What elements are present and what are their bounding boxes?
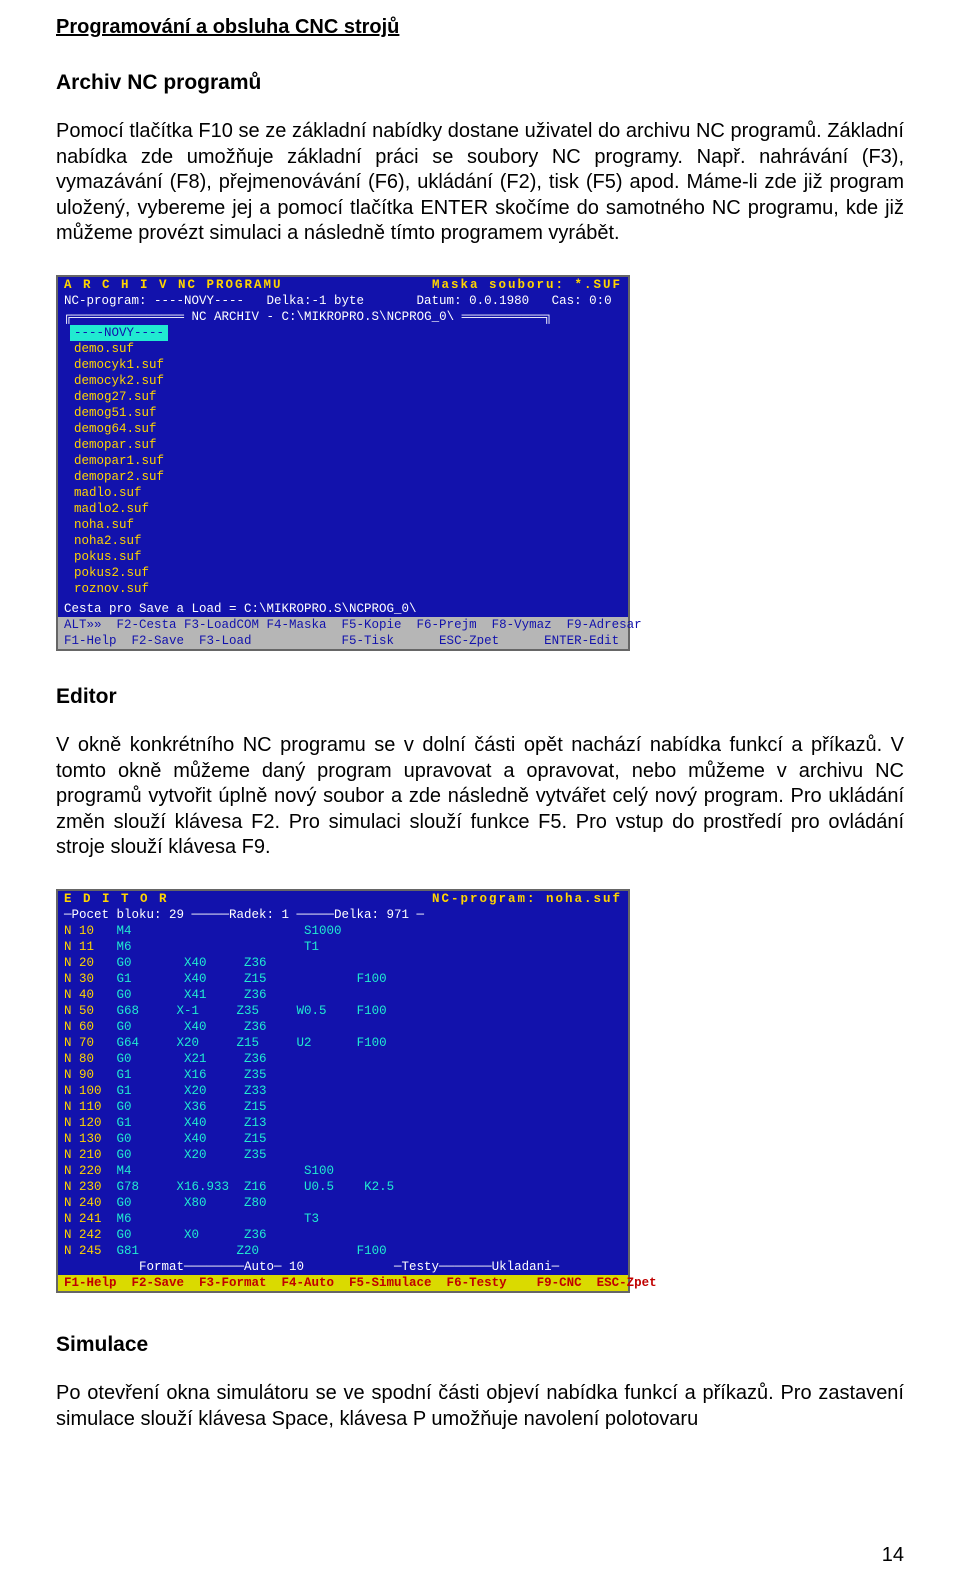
archiv-fkeys-alt: ALT»» F2-Cesta F3-LoadCOM F4-Maska F5-Ko… — [58, 617, 628, 633]
archiv-file-item: demog64.suf — [74, 421, 612, 437]
archiv-file-item: demo.suf — [74, 341, 612, 357]
archiv-program-row: NC-program: ----NOVY---- Delka:-1 byte D… — [58, 293, 628, 309]
archiv-file-item: demog51.suf — [74, 405, 612, 421]
archiv-path-label: NC ARCHIV - C:\MIKROPRO.S\NCPROG_0\ — [192, 310, 455, 324]
editor-footer-row: Format────────Auto─ 10 ─Testy───────Ukla… — [58, 1259, 628, 1275]
section-heading-editor: Editor — [56, 685, 904, 709]
editor-code-line: N 100 G1 X20 Z33 — [58, 1083, 628, 1099]
editor-title-right: NC-program: noha.suf — [432, 891, 622, 907]
editor-code-line: N 30 G1 X40 Z15 F100 — [58, 971, 628, 987]
archiv-file-item: madlo.suf — [74, 485, 612, 501]
editor-code-line: N 90 G1 X16 Z35 — [58, 1067, 628, 1083]
archiv-frame-label: ╔═══════════════ NC ARCHIV - C:\MIKROPRO… — [58, 309, 628, 325]
archiv-fkeys-main: F1-Help F2-Save F3-Load F5-Tisk ESC-Zpet… — [58, 633, 628, 649]
editor-code-line: N 230 G78 X16.933 Z16 U0.5 K2.5 — [58, 1179, 628, 1195]
editor-code-line: N 20 G0 X40 Z36 — [58, 955, 628, 971]
archiv-file-item: demopar2.suf — [74, 469, 612, 485]
section-heading-archiv: Archiv NC programů — [56, 71, 904, 95]
archiv-file-item: madlo2.suf — [74, 501, 612, 517]
editor-title-left: E D I T O R — [64, 891, 169, 907]
paragraph-simulace: Po otevření okna simulátoru se ve spodní… — [56, 1381, 904, 1432]
archiv-file-item: noha2.suf — [74, 533, 612, 549]
editor-terminal: E D I T O R NC-program: noha.suf ─Pocet … — [56, 889, 630, 1293]
editor-code-line: N 80 G0 X21 Z36 — [58, 1051, 628, 1067]
section-heading-simulace: Simulace — [56, 1333, 904, 1357]
editor-code-line: N 120 G1 X40 Z13 — [58, 1115, 628, 1131]
page-number: 14 — [882, 1544, 904, 1567]
editor-code-line: N 130 G0 X40 Z15 — [58, 1131, 628, 1147]
editor-code-line: N 50 G68 X-1 Z35 W0.5 F100 — [58, 1003, 628, 1019]
editor-code-line: N 11 M6 T1 — [58, 939, 628, 955]
editor-code-line: N 10 M4 S1000 — [58, 923, 628, 939]
archiv-title-left: A R C H I V NC PROGRAMU — [64, 277, 283, 293]
paragraph-editor: V okně konkrétního NC programu se v doln… — [56, 733, 904, 861]
archiv-file-item: demopar1.suf — [74, 453, 612, 469]
archiv-file-item: demog27.suf — [74, 389, 612, 405]
editor-code-line: N 40 G0 X41 Z36 — [58, 987, 628, 1003]
paragraph-archiv: Pomocí tlačítka F10 se ze základní nabíd… — [56, 119, 904, 247]
editor-code-line: N 210 G0 X20 Z35 — [58, 1147, 628, 1163]
editor-code-line: N 241 M6 T3 — [58, 1211, 628, 1227]
archiv-file-item: ----NOVY---- — [70, 325, 168, 341]
editor-code-line: N 110 G0 X36 Z15 — [58, 1099, 628, 1115]
archiv-file-item: pokus.suf — [74, 549, 612, 565]
doc-title: Programování a obsluha CNC strojů — [56, 16, 904, 39]
archiv-file-item: democyk1.suf — [74, 357, 612, 373]
editor-code-line: N 245 G81 Z20 F100 — [58, 1243, 628, 1259]
editor-code-line: N 60 G0 X40 Z36 — [58, 1019, 628, 1035]
editor-code-line: N 70 G64 X20 Z15 U2 F100 — [58, 1035, 628, 1051]
archiv-file-item: demopar.suf — [74, 437, 612, 453]
editor-code-line: N 242 G0 X0 Z36 — [58, 1227, 628, 1243]
editor-code-line: N 240 G0 X80 Z80 — [58, 1195, 628, 1211]
archiv-save-path: Cesta pro Save a Load = C:\MIKROPRO.S\NC… — [58, 601, 628, 617]
archiv-file-item: noha.suf — [74, 517, 612, 533]
archiv-title-right: Maska souboru: *.SUF — [432, 277, 622, 293]
editor-status-row: ─Pocet bloku: 29 ─────Radek: 1 ─────Delk… — [58, 907, 628, 923]
archiv-file-item: democyk2.suf — [74, 373, 612, 389]
editor-fkeys-row: F1-Help F2-Save F3-Format F4-Auto F5-Sim… — [58, 1275, 628, 1291]
editor-code-line: N 220 M4 S100 — [58, 1163, 628, 1179]
archiv-terminal: A R C H I V NC PROGRAMU Maska souboru: *… — [56, 275, 630, 651]
archiv-file-item: pokus2.suf — [74, 565, 612, 581]
archiv-file-item: roznov.suf — [74, 581, 612, 597]
